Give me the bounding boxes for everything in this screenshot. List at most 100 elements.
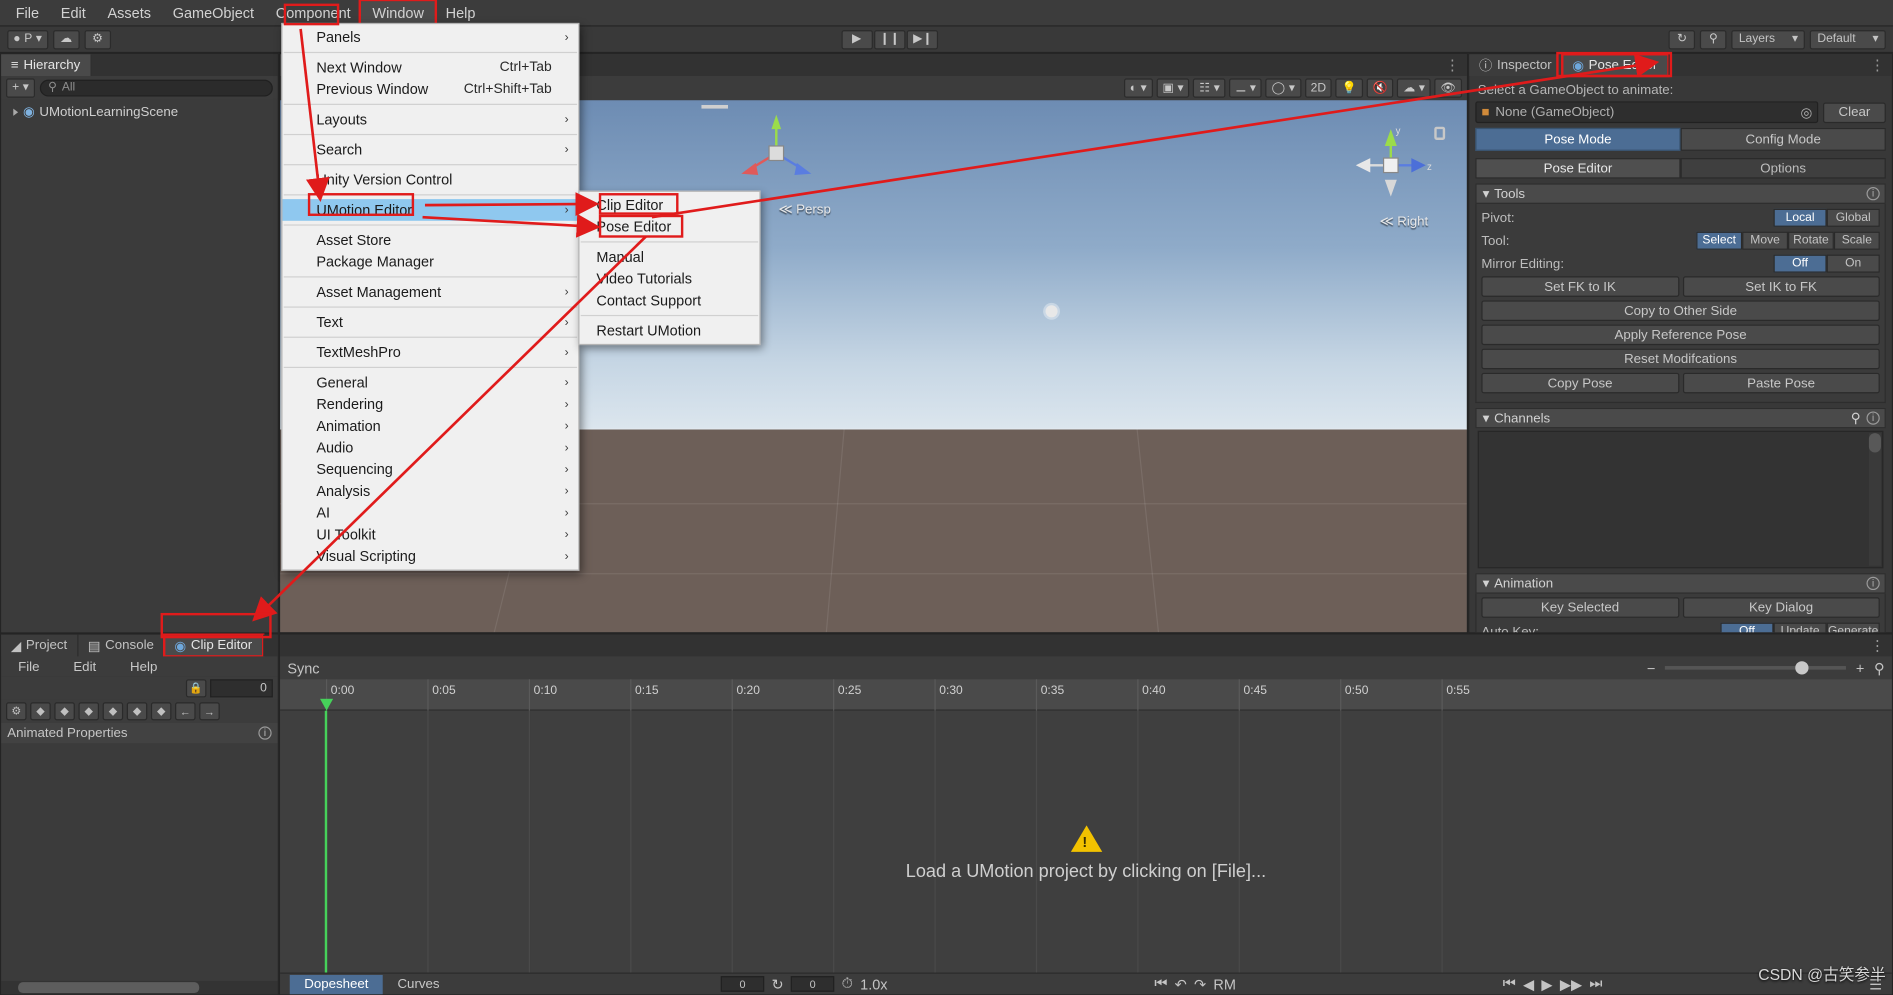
jump-start-icon[interactable]: ⏮	[1503, 975, 1516, 993]
account-button[interactable]: ● P ▾	[7, 29, 48, 49]
menu-item-package-manager[interactable]: Package Manager	[283, 251, 579, 273]
inspector-options-icon[interactable]: ⋮	[1870, 57, 1884, 74]
clip-menu-file[interactable]: File	[1, 657, 56, 676]
project-hscrollbar[interactable]	[1, 980, 278, 995]
key-dialog-button[interactable]: Key Dialog	[1682, 597, 1880, 618]
play-timeline-icon[interactable]: ▶	[1541, 976, 1552, 993]
timeline-canvas[interactable]: Load a UMotion project by clicking on [F…	[280, 710, 1892, 973]
menu-item-ai[interactable]: AI ›	[283, 502, 579, 524]
menu-item-panels[interactable]: Panels ›	[283, 27, 579, 49]
playhead-handle[interactable]	[319, 698, 334, 711]
gameobject-object-field[interactable]: ■ None (GameObject) ◎	[1475, 101, 1819, 124]
zoom-out-icon[interactable]: −	[1647, 659, 1655, 676]
set-fk-to-ik-button[interactable]: Set FK to IK	[1481, 276, 1679, 297]
submenu-item-restart-umotion[interactable]: Restart UMotion	[580, 320, 760, 342]
menu-item-ui-toolkit[interactable]: UI Toolkit ›	[283, 524, 579, 546]
menu-item-rendering[interactable]: Rendering ›	[283, 393, 579, 415]
tab-hierarchy[interactable]: ≡ Hierarchy	[1, 54, 92, 77]
step-button[interactable]: ▶❙	[907, 29, 939, 49]
step-back-icon[interactable]: ◀	[1523, 976, 1534, 993]
next-key-button[interactable]: →	[199, 702, 220, 721]
clip-menu-edit[interactable]: Edit	[56, 657, 113, 676]
info-icon[interactable]: i	[1866, 411, 1880, 425]
window-dropdown-menu[interactable]: Panels › Next Window Ctrl+Tab Previous W…	[281, 22, 580, 571]
lock-icon[interactable]	[1434, 126, 1446, 140]
umotion-editor-submenu[interactable]: Clip Editor Pose Editor Manual Video Tut…	[578, 190, 761, 346]
timeline-ruler[interactable]: 0:00 0:05 0:10 0:15 0:20 0:25 0:30 0:35 …	[280, 679, 1892, 711]
prev-key-button[interactable]: ←	[175, 702, 196, 721]
prev-key-icon[interactable]: ↶	[1175, 976, 1187, 993]
tab-curves[interactable]: Curves	[383, 974, 454, 993]
history-button[interactable]: ↻	[1668, 29, 1696, 49]
auto-key-option-generate[interactable]: Generate	[1826, 622, 1880, 633]
menu-help[interactable]: Help	[435, 1, 487, 25]
layout-dropdown[interactable]: Default ▾	[1810, 29, 1886, 49]
timeline-field-a[interactable]: 0	[720, 976, 765, 992]
menu-item-umotion-editor[interactable]: UMotion Editor ›	[282, 199, 579, 221]
tab-dopesheet[interactable]: Dopesheet	[289, 974, 383, 994]
scene-2d-button[interactable]: 2D	[1304, 78, 1333, 98]
first-frame-icon[interactable]: ⏮	[1154, 975, 1167, 993]
tools-section-header[interactable]: ▾ Tools i	[1475, 183, 1886, 204]
menu-item-next-window[interactable]: Next Window Ctrl+Tab	[283, 57, 579, 79]
scene-audio-button[interactable]: 🔇	[1366, 78, 1394, 98]
reset-modifcations-button[interactable]: Reset Modifcations	[1481, 348, 1880, 370]
info-icon[interactable]: i	[258, 726, 272, 740]
channels-scroll-thumb[interactable]	[1868, 433, 1881, 453]
menu-window[interactable]: Window	[359, 0, 438, 28]
step-forward-icon[interactable]: ▶▶	[1560, 976, 1582, 993]
settings-icon[interactable]: ⚙	[6, 702, 27, 721]
submenu-item-contact-support[interactable]: Contact Support	[580, 290, 760, 312]
scene-options-icon[interactable]: ⋮	[1445, 57, 1459, 74]
menu-item-animation[interactable]: Animation ›	[283, 415, 579, 437]
timeline-options-icon[interactable]: ⋮	[1870, 637, 1884, 654]
scene-view-gizmo-left[interactable]	[731, 112, 820, 196]
menu-item-previous-window[interactable]: Previous Window Ctrl+Shift+Tab	[283, 78, 579, 100]
menu-item-search[interactable]: Search ›	[283, 139, 579, 161]
menu-edit[interactable]: Edit	[50, 1, 97, 25]
key-icon-6[interactable]: ◆	[150, 702, 172, 721]
settings-button[interactable]: ⚙	[84, 29, 111, 49]
mirror-option-off[interactable]: Off	[1773, 254, 1827, 273]
menu-item-sequencing[interactable]: Sequencing ›	[283, 459, 579, 481]
cloud-button[interactable]: ☁	[52, 29, 80, 49]
gizmos-toggle-button[interactable]: ◐ ▾	[1123, 78, 1153, 98]
tool-option-select[interactable]: Select	[1696, 231, 1743, 250]
menu-item-layouts[interactable]: Layouts ›	[283, 109, 579, 131]
timeline-field-b[interactable]: 0	[790, 976, 835, 992]
pivot-option-global[interactable]: Global	[1826, 208, 1880, 227]
menu-item-general[interactable]: General ›	[283, 372, 579, 394]
tool-option-scale[interactable]: Scale	[1833, 231, 1880, 250]
menu-item-unity-version-control[interactable]: Unity Version Control	[283, 169, 579, 191]
scene-view-gizmo-right[interactable]: y z	[1346, 122, 1435, 206]
set-ik-to-fk-button[interactable]: Set IK to FK	[1682, 276, 1880, 297]
speed-icon[interactable]: ⏱	[842, 975, 853, 993]
config-mode-button[interactable]: Config Mode	[1680, 127, 1886, 151]
tab-project[interactable]: ◢ Project	[1, 634, 79, 657]
tool-option-move[interactable]: Move	[1742, 231, 1789, 250]
object-picker-icon[interactable]: ◎	[1801, 104, 1813, 120]
camera-settings-button[interactable]: ▣ ▾	[1156, 78, 1190, 98]
zoom-in-icon[interactable]: +	[1856, 659, 1864, 676]
menu-component[interactable]: Component	[265, 1, 362, 25]
paste-pose-button[interactable]: Paste Pose	[1682, 372, 1880, 394]
zoom-slider[interactable]	[1665, 661, 1847, 675]
key-icon-3[interactable]: ◆	[78, 702, 99, 721]
menu-item-asset-store[interactable]: Asset Store	[283, 229, 579, 251]
scene-visibility-button-2[interactable]: 👁	[1434, 78, 1463, 98]
scene-light-button[interactable]: 💡	[1335, 78, 1363, 98]
scene-fx-button[interactable]: ☁ ▾	[1397, 78, 1432, 98]
info-icon[interactable]: i	[1866, 576, 1880, 591]
key-selected-button[interactable]: Key Selected	[1481, 597, 1679, 618]
menu-item-visual-scripting[interactable]: Visual Scripting ›	[283, 545, 579, 567]
lock-icon[interactable]: 🔒	[185, 679, 207, 698]
key-icon-4[interactable]: ◆	[102, 702, 124, 721]
menu-item-asset-management[interactable]: Asset Management ›	[283, 281, 579, 303]
search-icon[interactable]: ⚲	[1851, 410, 1861, 425]
loop-icon[interactable]: ↻	[772, 976, 784, 993]
search-button[interactable]: ⚲	[1700, 29, 1727, 49]
hierarchy-row-scene[interactable]: ◉ UMotionLearningScene	[1, 101, 277, 122]
grid-settings-button[interactable]: ☷ ▾	[1193, 78, 1226, 98]
copy-to-other-side-button[interactable]: Copy to Other Side	[1481, 300, 1880, 321]
key-icon-1[interactable]: ◆	[30, 702, 51, 721]
